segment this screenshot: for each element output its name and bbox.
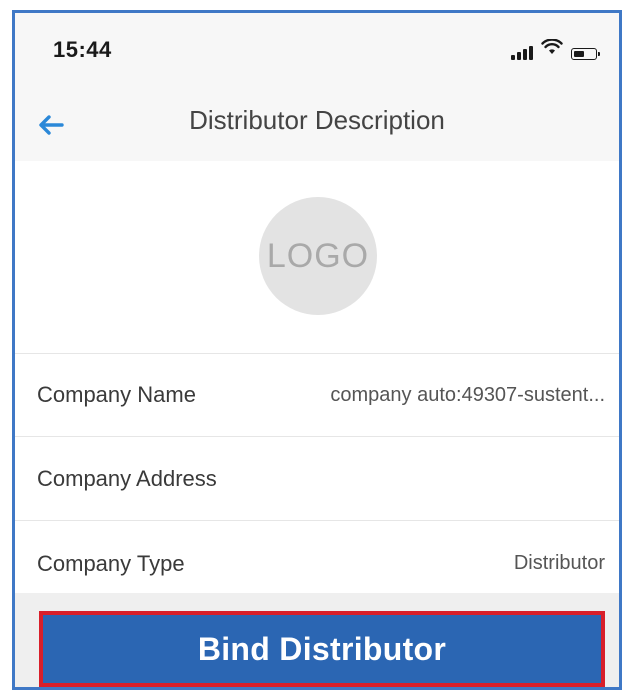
status-icons xyxy=(511,38,600,60)
company-type-value: Distributor xyxy=(513,552,605,574)
signal-icon xyxy=(511,46,533,60)
page-title: Distributor Description xyxy=(189,105,445,135)
status-time: 15:44 xyxy=(53,37,112,62)
battery-level xyxy=(574,51,584,57)
bind-distributor-label: Bind Distributor xyxy=(197,630,447,667)
battery-icon xyxy=(571,48,600,60)
status-bar: 15:44 xyxy=(15,13,619,89)
company-type-label: Company Type xyxy=(37,550,185,576)
company-name-value: company auto:49307-sustent... xyxy=(330,383,605,406)
bottom-action-area: Bind Distributor xyxy=(15,593,619,687)
navigation-bar: Distributor Description xyxy=(15,89,619,161)
company-name-label: Company Name xyxy=(37,382,196,407)
company-name-row: Company Name company auto:49307-sustent.… xyxy=(15,354,619,437)
wifi-icon xyxy=(541,38,563,60)
logo-section: LOGO xyxy=(15,161,619,354)
company-address-row: Company Address xyxy=(15,438,619,521)
company-logo: LOGO xyxy=(259,197,377,315)
company-address-label: Company Address xyxy=(37,466,217,491)
screenshot-frame: 15:44 Distributor Description LOGO Compa… xyxy=(12,10,622,690)
bind-distributor-button[interactable]: Bind Distributor xyxy=(39,611,605,687)
